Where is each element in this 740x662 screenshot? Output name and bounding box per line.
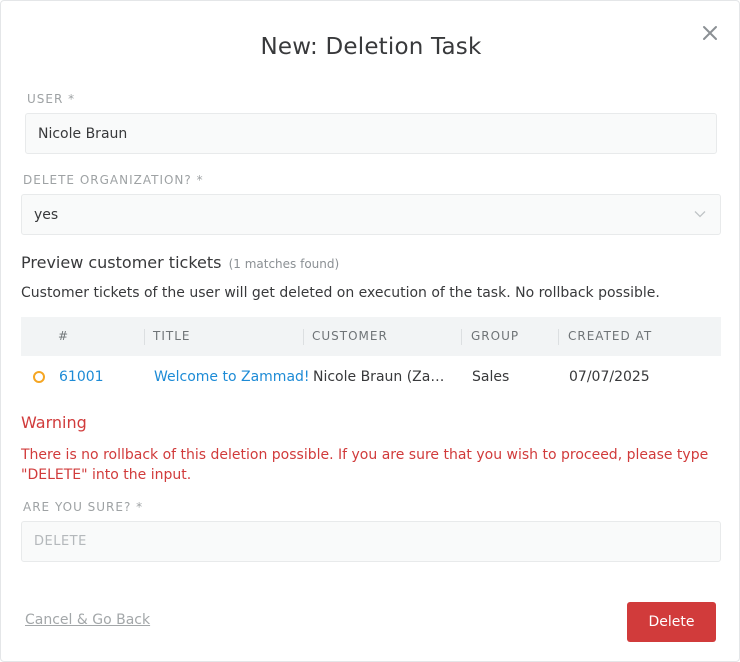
cancel-go-back-link[interactable]: Cancel & Go Back	[25, 612, 150, 628]
column-separator	[303, 329, 304, 345]
delete-organization-value: yes	[34, 206, 59, 223]
deletion-task-modal: New: Deletion Task USER * Nicole Braun D…	[0, 0, 740, 662]
user-value: Nicole Braun	[38, 125, 128, 142]
are-you-sure-label: ARE YOU SURE? *	[23, 500, 144, 514]
confirm-delete-input[interactable]	[21, 521, 721, 562]
column-separator	[558, 329, 559, 345]
column-separator	[461, 329, 462, 345]
dialog-title: New: Deletion Task	[260, 34, 482, 60]
user-label: USER *	[27, 92, 76, 106]
ticket-table-header: # TITLE CUSTOMER GROUP CREATED AT	[21, 317, 721, 356]
column-customer[interactable]: CUSTOMER	[312, 317, 388, 356]
preview-heading: Preview customer tickets (1 matches foun…	[21, 253, 339, 272]
ticket-group: Sales	[472, 369, 510, 385]
ticket-status-icon	[33, 371, 45, 383]
chevron-down-icon	[694, 211, 706, 218]
ticket-created-at: 07/07/2025	[569, 369, 650, 385]
user-field[interactable]: Nicole Braun	[25, 113, 717, 154]
preview-description: Customer tickets of the user will get de…	[21, 285, 660, 301]
delete-organization-select[interactable]: yes	[21, 194, 721, 235]
column-group[interactable]: GROUP	[471, 317, 519, 356]
column-separator	[144, 329, 145, 345]
column-title[interactable]: TITLE	[153, 317, 190, 356]
column-number[interactable]: #	[58, 317, 69, 356]
delete-organization-label: DELETE ORGANIZATION? *	[23, 173, 204, 187]
column-created-at[interactable]: CREATED AT	[568, 317, 652, 356]
delete-button[interactable]: Delete	[627, 602, 716, 642]
ticket-number-link[interactable]: 61001	[59, 357, 104, 397]
preview-heading-text: Preview customer tickets	[21, 253, 222, 272]
warning-text: There is no rollback of this deletion po…	[21, 447, 709, 483]
warning-title: Warning	[21, 413, 87, 432]
ticket-customer: Nicole Braun (Zammad Foundation)	[313, 369, 453, 385]
table-row[interactable]: 61001 Welcome to Zammad! Nicole Braun (Z…	[21, 357, 721, 397]
matches-count: (1 matches found)	[228, 257, 340, 271]
ticket-title-link[interactable]: Welcome to Zammad!	[154, 357, 310, 397]
